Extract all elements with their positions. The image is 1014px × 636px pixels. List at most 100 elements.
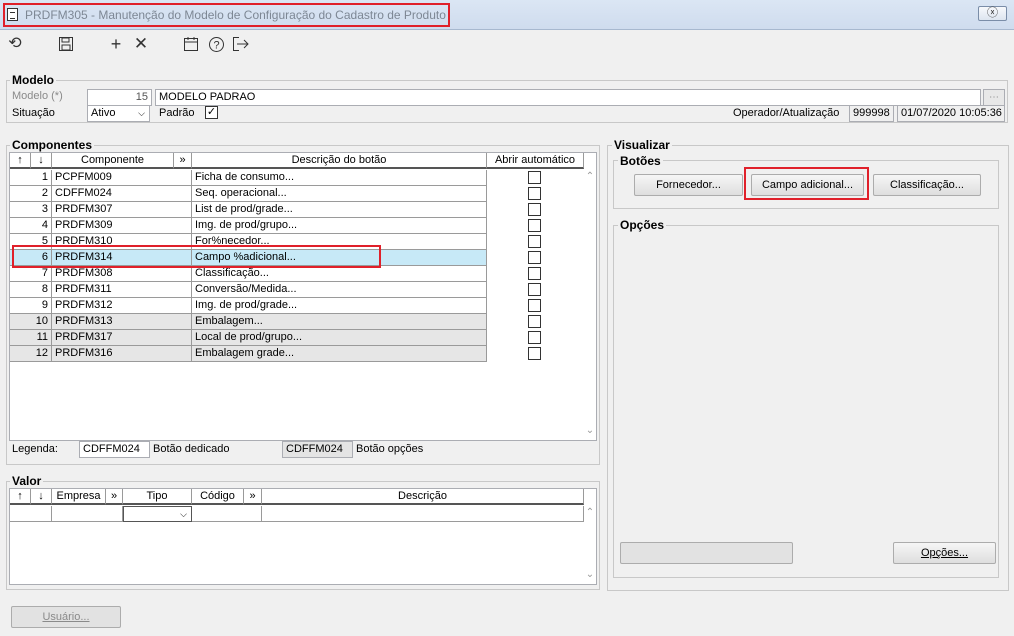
header-tipo[interactable]: Tipo — [123, 489, 192, 505]
abrir-checkbox[interactable] — [528, 171, 541, 184]
abrir-checkbox[interactable] — [528, 251, 541, 264]
header-abrir[interactable]: Abrir automático — [487, 153, 584, 169]
valor-cell-empresa[interactable] — [52, 506, 123, 522]
componentes-grid[interactable]: ↑ ↓ Componente » Descrição do botão Abri… — [9, 152, 597, 441]
row-index[interactable]: 12 — [10, 346, 52, 362]
row-highlight — [12, 245, 381, 268]
refresh-icon[interactable]: ⟲ — [5, 34, 25, 54]
row-index[interactable]: 10 — [10, 314, 52, 330]
abrir-checkbox[interactable] — [528, 219, 541, 232]
header-more[interactable]: » — [174, 153, 192, 169]
row-componente[interactable]: PRDFM307 — [52, 202, 192, 218]
opcoes-preview-button — [620, 542, 793, 564]
table-row[interactable]: 10 PRDFM313 Embalagem... — [10, 314, 541, 330]
header-more-1[interactable]: » — [106, 489, 123, 505]
add-icon[interactable]: + — [106, 34, 126, 54]
abrir-checkbox[interactable] — [528, 331, 541, 344]
abrir-checkbox[interactable] — [528, 347, 541, 360]
row-index[interactable]: 1 — [10, 170, 52, 186]
table-row[interactable]: 4 PRDFM309 Img. de prod/grupo... — [10, 218, 541, 234]
row-descricao[interactable]: Ficha de consumo... — [192, 170, 487, 186]
header-descricao[interactable]: Descrição do botão — [192, 153, 487, 169]
abrir-checkbox[interactable] — [528, 203, 541, 216]
row-index[interactable]: 3 — [10, 202, 52, 218]
table-row[interactable]: 2 CDFFM024 Seq. operacional... — [10, 186, 541, 202]
table-row[interactable]: 8 PRDFM311 Conversão/Medida... — [10, 282, 541, 298]
table-row[interactable]: 3 PRDFM307 List de prod/grade... — [10, 202, 541, 218]
row-componente[interactable]: PRDFM312 — [52, 298, 192, 314]
valor-cell-index[interactable] — [10, 506, 52, 522]
row-index[interactable]: 11 — [10, 330, 52, 346]
row-componente[interactable]: PRDFM313 — [52, 314, 192, 330]
header-codigo[interactable]: Código — [192, 489, 244, 505]
classificacao-button[interactable]: Classificação... — [873, 174, 981, 196]
table-row[interactable]: 9 PRDFM312 Img. de prod/grade... — [10, 298, 541, 314]
scroll-up-icon[interactable]: ⌃ — [582, 171, 598, 182]
row-descricao[interactable]: List de prod/grade... — [192, 202, 487, 218]
row-componente[interactable]: PCPFM009 — [52, 170, 192, 186]
row-descricao[interactable]: Seq. operacional... — [192, 186, 487, 202]
header-empresa[interactable]: Empresa — [52, 489, 106, 505]
row-descricao[interactable]: Embalagem... — [192, 314, 487, 330]
valor-title: Valor — [10, 474, 44, 488]
row-descricao[interactable]: Conversão/Medida... — [192, 282, 487, 298]
valor-sort-up-icon[interactable]: ↑ — [10, 489, 31, 505]
operador-field: 999998 — [849, 105, 894, 122]
situacao-select[interactable]: Ativo ⌵ — [87, 105, 150, 122]
abrir-checkbox[interactable] — [528, 315, 541, 328]
row-descricao[interactable]: Img. de prod/grupo... — [192, 218, 487, 234]
opcoes-button[interactable]: Opções... — [893, 542, 996, 564]
row-descricao[interactable]: Classificação... — [192, 266, 487, 282]
row-componente[interactable]: PRDFM309 — [52, 218, 192, 234]
header-more-2[interactable]: » — [244, 489, 262, 505]
row-descricao[interactable]: Img. de prod/grade... — [192, 298, 487, 314]
row-descricao[interactable]: Embalagem grade... — [192, 346, 487, 362]
row-componente[interactable]: CDFFM024 — [52, 186, 192, 202]
row-index[interactable]: 2 — [10, 186, 52, 202]
row-index[interactable]: 4 — [10, 218, 52, 234]
valor-scroll-up-icon[interactable]: ⌃ — [582, 507, 598, 518]
table-row[interactable]: 7 PRDFM308 Classificação... — [10, 266, 541, 282]
sort-down-icon[interactable]: ↓ — [31, 153, 52, 169]
row-index[interactable]: 7 — [10, 266, 52, 282]
modelo-title: Modelo — [10, 73, 56, 87]
close-button[interactable]: ⓧ — [978, 6, 1007, 21]
table-row[interactable]: 11 PRDFM317 Local de prod/grupo... — [10, 330, 541, 346]
valor-scroll-down-icon[interactable]: ⌄ — [582, 569, 598, 580]
header-valor-descricao[interactable]: Descrição — [262, 489, 584, 505]
row-componente[interactable]: PRDFM308 — [52, 266, 192, 282]
abrir-checkbox[interactable] — [528, 283, 541, 296]
table-row[interactable]: 1 PCPFM009 Ficha de consumo... — [10, 170, 541, 186]
valor-cell-descricao[interactable] — [262, 506, 584, 522]
modelo-name-field[interactable]: MODELO PADRAO — [155, 89, 981, 106]
abrir-checkbox[interactable] — [528, 299, 541, 312]
row-descricao[interactable]: Local de prod/grupo... — [192, 330, 487, 346]
padrao-checkbox[interactable]: ✓ — [205, 106, 218, 119]
row-componente[interactable]: PRDFM316 — [52, 346, 192, 362]
help-icon[interactable]: ? — [206, 34, 226, 54]
header-componente[interactable]: Componente — [52, 153, 174, 169]
delete-icon[interactable]: ✕ — [131, 34, 151, 54]
row-index[interactable]: 8 — [10, 282, 52, 298]
sort-up-icon[interactable]: ↑ — [10, 153, 31, 169]
abrir-checkbox[interactable] — [528, 187, 541, 200]
table-row[interactable]: 12 PRDFM316 Embalagem grade... — [10, 346, 541, 362]
modelo-number-field[interactable]: 15 — [87, 89, 152, 106]
abrir-checkbox[interactable] — [528, 267, 541, 280]
row-componente[interactable]: PRDFM311 — [52, 282, 192, 298]
abrir-checkbox[interactable] — [528, 235, 541, 248]
row-index[interactable]: 9 — [10, 298, 52, 314]
exit-icon[interactable] — [231, 34, 251, 54]
scroll-down-icon[interactable]: ⌄ — [582, 425, 598, 436]
fornecedor-button[interactable]: Fornecedor... — [634, 174, 743, 196]
valor-cell-codigo[interactable] — [192, 506, 262, 522]
valor-sort-down-icon[interactable]: ↓ — [31, 489, 52, 505]
row-componente[interactable]: PRDFM317 — [52, 330, 192, 346]
legenda-dedicado-text: Botão dedicado — [153, 443, 230, 455]
usuario-button[interactable]: Usuário... — [11, 606, 121, 628]
lookup-button[interactable]: ⋯ — [983, 89, 1005, 106]
valor-grid[interactable]: ↑ ↓ Empresa » Tipo Código » Descrição ⌵ … — [9, 488, 597, 585]
valor-tipo-select[interactable]: ⌵ — [123, 506, 192, 522]
save-icon[interactable] — [56, 34, 76, 54]
calendar-icon[interactable] — [181, 34, 201, 54]
